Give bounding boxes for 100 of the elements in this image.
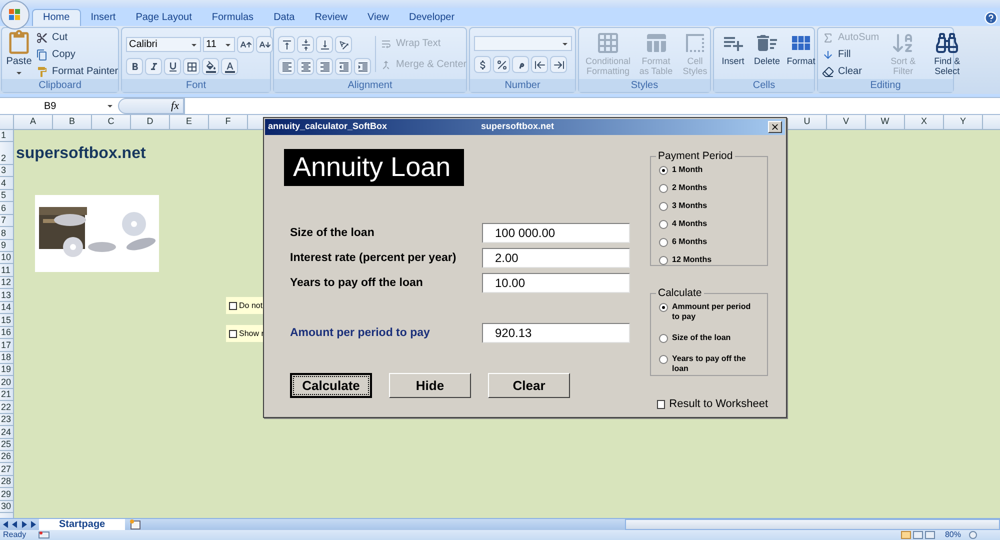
sheet-tab[interactable]: Startpage — [39, 519, 126, 530]
row-header[interactable]: 23 — [0, 414, 13, 426]
align-middle-button[interactable] — [297, 36, 314, 53]
column-header[interactable]: B — [53, 115, 92, 129]
ribbon-button[interactable]: Insert — [718, 30, 748, 66]
dialog-button[interactable]: Hide — [389, 373, 471, 398]
align-left-button[interactable] — [278, 58, 295, 75]
paste-button[interactable]: Paste — [6, 30, 32, 79]
checkbox[interactable] — [229, 330, 237, 338]
column-header[interactable]: A — [14, 115, 53, 129]
row-header[interactable]: 8 — [0, 227, 13, 240]
row-header[interactable]: 2 — [0, 142, 13, 165]
font-size-dropdown[interactable]: 11 — [203, 37, 235, 52]
help-icon[interactable] — [984, 11, 998, 25]
clipboard-button[interactable]: Cut — [36, 30, 118, 45]
shrink-font-button[interactable] — [256, 36, 273, 53]
decrease-decimal-button[interactable] — [550, 56, 567, 73]
row-header[interactable]: 17 — [0, 339, 13, 352]
increase-indent-button[interactable] — [354, 58, 371, 75]
row-header[interactable]: 24 — [0, 426, 13, 439]
ribbon-button[interactable]: Delete — [752, 30, 782, 66]
editing-button[interactable]: Clear — [822, 64, 880, 79]
row-header[interactable]: 20 — [0, 376, 13, 389]
checkbox[interactable] — [229, 302, 237, 310]
row-header[interactable]: 5 — [0, 190, 13, 202]
column-header[interactable]: D — [131, 115, 170, 129]
row-header[interactable]: 29 — [0, 488, 13, 501]
row-header[interactable]: 14 — [0, 302, 13, 314]
row-header[interactable]: 25 — [0, 438, 13, 451]
page-layout-view-icon[interactable] — [912, 531, 923, 539]
align-top-button[interactable] — [278, 36, 295, 53]
row-header[interactable]: 12 — [0, 276, 13, 290]
column-header[interactable]: E — [170, 115, 209, 129]
currency-button[interactable] — [474, 56, 491, 73]
column-header[interactable]: W — [866, 115, 905, 129]
office-button-icon[interactable] — [0, 0, 30, 30]
name-box[interactable]: B9 — [0, 98, 118, 114]
radio-button[interactable] — [659, 256, 668, 265]
input-field[interactable]: 100 000.00 — [482, 223, 630, 243]
ribbon-button[interactable]: Format — [786, 30, 816, 66]
row-header[interactable]: 30 — [0, 500, 13, 514]
percent-button[interactable] — [493, 56, 510, 73]
column-header[interactable]: F — [209, 115, 248, 129]
font-name-dropdown[interactable]: Calibri — [126, 37, 201, 52]
input-field[interactable]: 2.00 — [482, 248, 630, 268]
row-header[interactable]: 10 — [0, 252, 13, 264]
row-header[interactable]: 26 — [0, 451, 13, 464]
ribbon-tab[interactable]: Page Layout — [126, 9, 202, 26]
radio-button[interactable] — [659, 238, 668, 247]
radio-button[interactable] — [659, 334, 668, 343]
row-header[interactable]: 6 — [0, 202, 13, 215]
row-header[interactable]: 13 — [0, 289, 13, 302]
insert-function-button[interactable]: fx — [171, 98, 179, 114]
column-header[interactable]: V — [827, 115, 866, 129]
row-header[interactable]: 21 — [0, 388, 13, 402]
row-header[interactable]: 4 — [0, 177, 13, 190]
column-header[interactable]: X — [905, 115, 944, 129]
align-bottom-button[interactable] — [316, 36, 333, 53]
result-field[interactable]: 920.13 — [482, 323, 630, 343]
align-right-button[interactable] — [316, 58, 333, 75]
page-break-view-icon[interactable] — [924, 531, 935, 539]
editing-button[interactable]: Fill — [822, 47, 880, 62]
checkbox[interactable] — [657, 400, 666, 409]
ribbon-tab[interactable]: Insert — [80, 9, 126, 26]
column-header[interactable]: C — [92, 115, 131, 129]
dialog-button[interactable]: Clear — [488, 373, 570, 398]
borders-button[interactable] — [183, 58, 200, 75]
horizontal-scrollbar[interactable] — [625, 519, 1000, 530]
radio-button[interactable] — [659, 184, 668, 193]
insert-sheet-icon[interactable] — [129, 519, 142, 530]
close-button[interactable] — [768, 121, 782, 133]
ribbon-tab[interactable]: Review — [304, 9, 358, 26]
macro-record-icon[interactable] — [38, 531, 50, 539]
row-header[interactable]: 28 — [0, 476, 13, 488]
row-header[interactable]: 22 — [0, 401, 13, 414]
radio-button[interactable] — [659, 202, 668, 211]
ribbon-tab[interactable]: View — [357, 9, 399, 26]
row-header[interactable]: 16 — [0, 326, 13, 340]
font-color-button[interactable] — [221, 58, 238, 75]
row-header[interactable]: 11 — [0, 264, 13, 277]
bold-button[interactable] — [126, 58, 143, 75]
ribbon-button[interactable]: Find & Select — [927, 30, 968, 76]
radio-button[interactable] — [659, 354, 668, 364]
radio-button[interactable] — [659, 302, 668, 312]
decrease-indent-button[interactable] — [335, 58, 352, 75]
italic-button[interactable] — [145, 58, 162, 75]
ribbon-tab[interactable]: Home — [32, 9, 81, 26]
row-header[interactable]: 1 — [0, 130, 13, 142]
ribbon-tab[interactable]: Formulas — [202, 9, 264, 26]
row-header[interactable]: 7 — [0, 214, 13, 228]
row-header[interactable]: 19 — [0, 364, 13, 376]
ribbon-tab[interactable]: Data — [264, 9, 305, 26]
input-field[interactable]: 10.00 — [482, 273, 630, 293]
row-header[interactable]: 3 — [0, 164, 13, 178]
increase-decimal-button[interactable] — [531, 56, 548, 73]
underline-button[interactable] — [164, 58, 181, 75]
align-center-button[interactable] — [297, 58, 314, 75]
radio-button[interactable] — [659, 220, 668, 229]
fill-color-button[interactable] — [202, 58, 219, 75]
row-header[interactable]: 15 — [0, 314, 13, 327]
